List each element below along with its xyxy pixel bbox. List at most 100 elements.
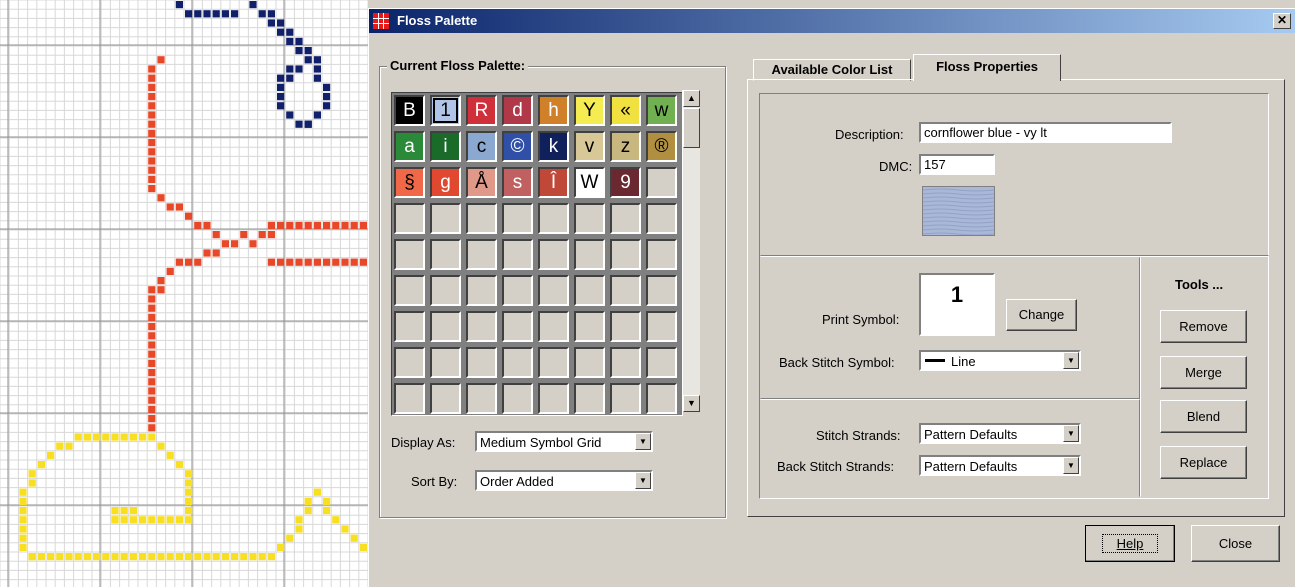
stitch-strands-select[interactable]: Pattern Defaults ▼ [919,423,1081,444]
title-bar[interactable]: Floss Palette ✕ [369,9,1295,33]
empty-floss-cell[interactable] [646,275,677,306]
chevron-down-icon[interactable]: ▼ [1063,457,1079,474]
empty-floss-cell[interactable] [646,239,677,270]
empty-floss-cell[interactable] [610,203,641,234]
empty-floss-cell[interactable] [610,347,641,378]
merge-button[interactable]: Merge [1160,356,1247,389]
empty-floss-cell[interactable] [466,203,497,234]
floss-cell[interactable]: v [574,131,605,162]
empty-floss-cell[interactable] [538,239,569,270]
empty-floss-cell[interactable] [430,203,461,234]
replace-button[interactable]: Replace [1160,446,1247,479]
sort-by-select[interactable]: Order Added ▼ [475,470,653,491]
empty-floss-cell[interactable] [646,203,677,234]
tab-floss-properties[interactable]: Floss Properties [913,54,1061,81]
back-stitch-symbol-select[interactable]: Line ▼ [919,350,1081,371]
description-field[interactable]: cornflower blue - vy lt [919,122,1172,143]
floss-cell[interactable]: z [610,131,641,162]
floss-cell[interactable]: d [502,95,533,126]
empty-floss-cell[interactable] [538,347,569,378]
empty-floss-cell[interactable] [646,167,677,198]
scroll-down-icon[interactable]: ▼ [683,395,700,412]
empty-floss-cell[interactable] [538,203,569,234]
empty-floss-cell[interactable] [430,311,461,342]
floss-cell[interactable]: c [466,131,497,162]
remove-button[interactable]: Remove [1160,310,1247,343]
empty-floss-cell[interactable] [394,275,425,306]
empty-floss-cell[interactable] [574,311,605,342]
empty-floss-cell[interactable] [466,239,497,270]
dmc-field[interactable]: 157 [919,154,995,175]
empty-floss-cell[interactable] [538,383,569,414]
floss-cell[interactable]: a [394,131,425,162]
empty-floss-cell[interactable] [394,311,425,342]
floss-cell[interactable]: Y [574,95,605,126]
empty-floss-cell[interactable] [466,383,497,414]
chevron-down-icon[interactable]: ▼ [635,433,651,450]
scroll-thumb[interactable] [683,108,700,148]
chevron-down-icon[interactable]: ▼ [1063,425,1079,442]
floss-cell[interactable]: 1 [430,95,461,126]
empty-floss-cell[interactable] [574,275,605,306]
empty-floss-cell[interactable] [394,383,425,414]
floss-cell[interactable]: g [430,167,461,198]
empty-floss-cell[interactable] [502,347,533,378]
empty-floss-cell[interactable] [466,311,497,342]
empty-floss-cell[interactable] [502,311,533,342]
empty-floss-cell[interactable] [610,275,641,306]
floss-cell[interactable]: Å [466,167,497,198]
floss-cell[interactable]: w [646,95,677,126]
floss-cell[interactable]: k [538,131,569,162]
close-button[interactable]: Close [1191,525,1280,562]
empty-floss-cell[interactable] [646,347,677,378]
floss-cell[interactable]: « [610,95,641,126]
floss-cell[interactable]: § [394,167,425,198]
empty-floss-cell[interactable] [646,383,677,414]
empty-floss-cell[interactable] [538,275,569,306]
floss-cell[interactable]: 9 [610,167,641,198]
pattern-canvas[interactable] [0,0,368,587]
floss-cell[interactable]: i [430,131,461,162]
empty-floss-cell[interactable] [610,239,641,270]
floss-cell[interactable]: W [574,167,605,198]
empty-floss-cell[interactable] [466,347,497,378]
empty-floss-cell[interactable] [394,203,425,234]
empty-floss-cell[interactable] [574,383,605,414]
floss-cell[interactable]: h [538,95,569,126]
empty-floss-cell[interactable] [466,275,497,306]
chevron-down-icon[interactable]: ▼ [635,472,651,489]
empty-floss-cell[interactable] [502,203,533,234]
help-button[interactable]: Help [1085,525,1175,562]
empty-floss-cell[interactable] [538,311,569,342]
floss-cell[interactable]: Î [538,167,569,198]
floss-cell[interactable]: B [394,95,425,126]
empty-floss-cell[interactable] [430,347,461,378]
empty-floss-cell[interactable] [574,347,605,378]
empty-floss-cell[interactable] [574,203,605,234]
back-stitch-strands-select[interactable]: Pattern Defaults ▼ [919,455,1081,476]
palette-scrollbar[interactable]: ▲ ▼ [682,90,700,412]
empty-floss-cell[interactable] [502,383,533,414]
empty-floss-cell[interactable] [646,311,677,342]
display-as-select[interactable]: Medium Symbol Grid ▼ [475,431,653,452]
empty-floss-cell[interactable] [430,239,461,270]
blend-button[interactable]: Blend [1160,400,1247,433]
tab-available-color-list[interactable]: Available Color List [753,59,911,81]
floss-cell[interactable]: R [466,95,497,126]
empty-floss-cell[interactable] [610,311,641,342]
empty-floss-cell[interactable] [430,383,461,414]
close-icon[interactable]: ✕ [1273,13,1291,29]
empty-floss-cell[interactable] [574,239,605,270]
scroll-up-icon[interactable]: ▲ [683,90,700,107]
empty-floss-cell[interactable] [502,275,533,306]
floss-cell[interactable]: ® [646,131,677,162]
change-symbol-button[interactable]: Change [1006,299,1077,331]
floss-cell[interactable]: © [502,131,533,162]
floss-cell[interactable]: s [502,167,533,198]
empty-floss-cell[interactable] [430,275,461,306]
empty-floss-cell[interactable] [394,347,425,378]
floss-symbol-grid[interactable]: B 1 Rd h Y «w a i c © k v z ® § g Ås Î W 9 [391,92,683,416]
chevron-down-icon[interactable]: ▼ [1063,352,1079,369]
empty-floss-cell[interactable] [610,383,641,414]
empty-floss-cell[interactable] [394,239,425,270]
